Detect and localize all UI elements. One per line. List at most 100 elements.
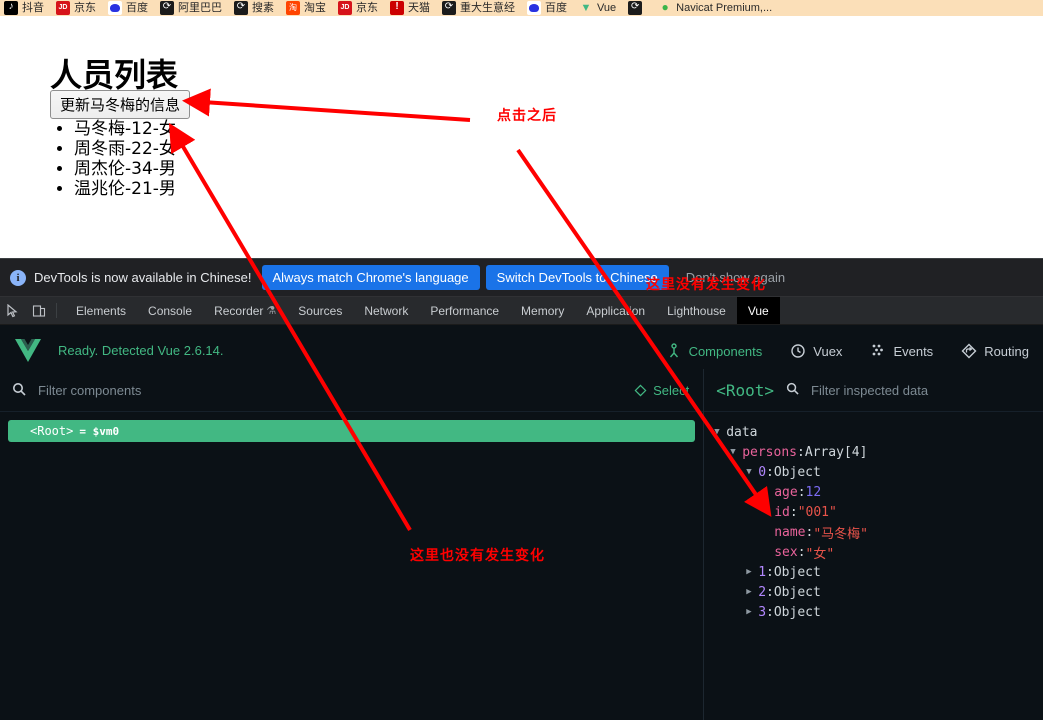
person-list: 马冬梅-12-女周冬雨-22-女周杰伦-34-男温兆伦-21-男 [52,119,176,199]
tab-label: Vue [747,303,769,318]
routing-icon [961,343,977,359]
dark-bookmark-icon [628,0,643,15]
devtools-tab-console[interactable]: Console [137,297,203,324]
data-separator: : [766,604,774,620]
bookmark-item[interactable]: 抖音 [4,0,44,15]
devtools-tab-network[interactable]: Network [353,297,419,324]
chevron-right-icon[interactable] [746,587,758,597]
select-component-button[interactable]: Select [634,383,689,398]
data-tree-row[interactable]: persons: Array[4] [714,442,1043,462]
bookmark-label: Navicat Premium,... [676,1,773,14]
person-list-item: 周杰伦-34-男 [74,159,176,179]
bookmark-item[interactable]: 阿里巴巴 [160,0,222,15]
data-tree-row[interactable]: id: "001" [714,502,1043,522]
bookmark-item[interactable]: 百度 [108,1,148,15]
devtools-tab-recorder[interactable]: Recorder ⚗ [203,297,287,324]
jd-icon [56,1,70,15]
vue-tab-label: Components [688,343,763,359]
baidu-icon [108,1,122,15]
alibaba-icon [160,0,174,15]
chevron-down-icon[interactable] [730,447,742,457]
tab-label: Lighthouse [667,303,726,318]
component-tree-row[interactable]: <Root> = $vm0 [8,420,696,442]
data-tree-row[interactable]: data [714,422,1043,442]
screenshot-root: 抖音 京东 百度 阿里巴巴 搜素 淘宝 京东 天猫 重大生意经 百度 Vue Navicat Prem… [0,0,1043,720]
person-list-item: 周冬雨-22-女 [74,139,176,159]
data-tree-row[interactable]: 1: Object [714,562,1043,582]
devtools-tab-performance[interactable]: Performance [419,297,510,324]
bookmark-label: 淘宝 [304,1,326,14]
bookmark-item[interactable]: 百度 [527,1,567,15]
tmall-icon [390,0,404,15]
filter-inspected-data-input[interactable] [811,382,1031,398]
devtools-tabs: Elements Console Recorder ⚗ Sources Network Pe… [65,297,780,324]
dark-bookmark-icon [442,0,456,15]
bookmark-item[interactable]: 搜素 [234,0,274,15]
search-icon [786,382,799,398]
tab-label: Recorder [214,303,264,318]
bookmark-item[interactable] [628,0,646,15]
data-tree-row[interactable]: name: "马冬梅" [714,522,1043,542]
tab-label: Application [586,303,646,318]
data-key: name [774,524,806,540]
bookmark-label: 重大生意经 [460,1,515,14]
data-value: Array[4] [804,444,868,460]
always-match-language-button[interactable]: Always match Chrome's language [261,265,480,290]
bookmark-item[interactable]: 天猫 [390,0,430,15]
bookmark-item[interactable]: 淘宝 [286,1,326,15]
tab-label: Memory [521,303,565,318]
data-key: 3 [758,604,767,620]
devtools-tab-sources[interactable]: Sources [287,297,353,324]
data-value: "001" [797,504,837,520]
tab-label: Network [364,303,409,318]
component-filter-row: Select [0,369,704,412]
inspect-element-icon[interactable] [0,297,26,324]
devtools-language-notice: i DevTools is now available in Chinese! … [0,259,1043,297]
data-key: 0 [758,464,767,480]
bookmark-label: 搜素 [252,1,274,14]
inspected-data-filter-row: <Root> [704,369,1043,412]
chevron-down-icon[interactable] [714,427,726,437]
update-person-button[interactable]: 更新马冬梅的信息 [50,90,191,119]
notice-message: DevTools is now available in Chinese! [34,270,252,285]
component-tree-list: <Root> = $vm0 [0,420,703,442]
search-bookmark-icon [234,0,248,15]
bookmark-label: 阿里巴巴 [178,1,222,14]
devtools-tab-vue[interactable]: Vue [736,297,780,324]
devtools-tab-memory[interactable]: Memory [510,297,575,324]
chevron-right-icon[interactable] [746,607,758,617]
vue-tab-label: Vuex [813,343,843,359]
chevron-down-icon[interactable] [746,467,758,477]
select-label: Select [653,382,690,398]
vue-status-text: Ready. Detected Vue 2.6.14. [58,343,224,358]
bookmark-label: 天猫 [408,1,430,14]
bookmark-item[interactable]: 京东 [56,1,96,15]
data-value: Object [773,604,821,620]
data-tree-row[interactable]: age: 12 [714,482,1043,502]
bookmark-item[interactable]: Vue [579,1,616,15]
devtools-tab-lighthouse[interactable]: Lighthouse [656,297,737,324]
data-key: persons [742,444,797,460]
data-tree-row[interactable]: 2: Object [714,582,1043,602]
data-tree-row[interactable]: sex: "女" [714,542,1043,562]
bookmark-item[interactable]: Navicat Premium,... [658,0,773,15]
component-tree-pane: Select <Root> = $vm0 [0,369,704,720]
data-value: Object [773,464,821,480]
filter-components-input[interactable] [38,382,458,398]
switch-devtools-to-chinese-button[interactable]: Switch DevTools to Chinese [485,265,669,290]
data-tree-row[interactable]: 0: Object [714,462,1043,482]
bookmark-item[interactable]: 重大生意经 [442,0,515,15]
chevron-right-icon[interactable] [746,567,758,577]
data-key: id [774,504,790,520]
taobao-icon [286,1,300,15]
bookmark-item[interactable]: 京东 [338,1,378,15]
jd-icon [338,1,352,15]
device-toolbar-icon[interactable] [26,297,52,324]
data-separator: : [797,544,806,560]
devtools-tab-application[interactable]: Application [575,297,656,324]
search-icon [12,382,26,399]
data-separator: : [766,464,774,480]
component-vm-ref: = $vm0 [79,424,120,438]
data-tree-row[interactable]: 3: Object [714,602,1043,622]
devtools-tab-elements[interactable]: Elements [65,297,137,324]
